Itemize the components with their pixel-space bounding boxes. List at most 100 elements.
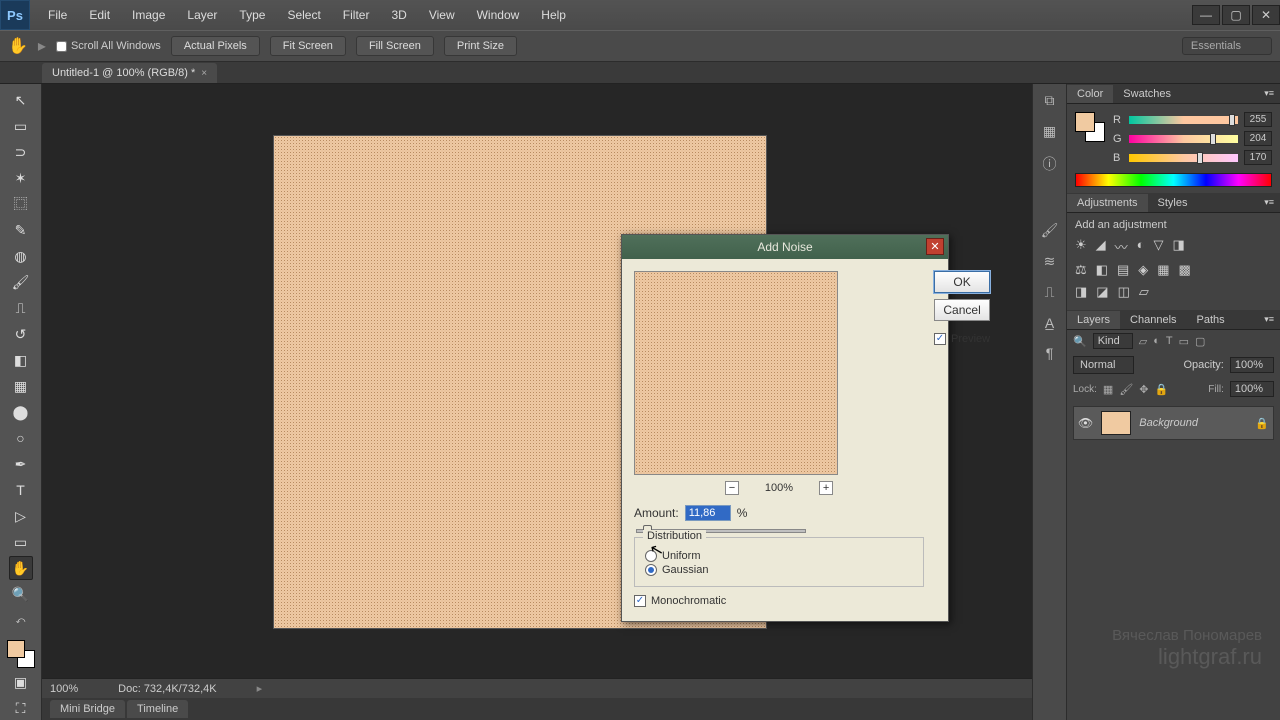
path-select-tool[interactable]: ▷ [9, 504, 33, 528]
kind-selector[interactable]: Kind [1093, 333, 1133, 349]
visibility-icon[interactable]: 👁 [1078, 416, 1093, 430]
lasso-tool[interactable]: ⊃ [9, 140, 33, 164]
menu-view[interactable]: View [419, 4, 465, 26]
tab-swatches[interactable]: Swatches [1113, 85, 1181, 103]
document-tab[interactable]: Untitled-1 @ 100% (RGB/8) * × [42, 63, 217, 83]
brightness-icon[interactable]: ☀ [1075, 237, 1087, 256]
swap-colors-icon[interactable]: ⤺ [9, 608, 33, 632]
brushpresets-panel-icon[interactable]: ≋ [1044, 253, 1056, 270]
opacity-value[interactable]: 100% [1230, 357, 1274, 373]
brush-tool[interactable]: 🖌 [9, 270, 33, 294]
quickmask-tool[interactable]: ▣ [9, 670, 33, 694]
invert-icon[interactable]: ▩ [1179, 262, 1191, 278]
menu-layer[interactable]: Layer [177, 4, 227, 26]
menu-help[interactable]: Help [531, 4, 576, 26]
type-tool[interactable]: T [9, 478, 33, 502]
workspace-selector[interactable]: Essentials [1182, 37, 1272, 55]
menu-window[interactable]: Window [467, 4, 530, 26]
filter-shape-icon[interactable]: ▭ [1179, 335, 1189, 348]
balance-icon[interactable]: ⚖ [1075, 262, 1087, 278]
filter-smart-icon[interactable]: ▢ [1195, 335, 1205, 348]
layer-name[interactable]: Background [1139, 417, 1198, 429]
actual-pixels-button[interactable]: Actual Pixels [171, 36, 260, 56]
g-slider[interactable] [1129, 135, 1238, 143]
tab-layers[interactable]: Layers [1067, 311, 1120, 329]
panel-menu-icon[interactable]: ▾≡ [1254, 194, 1280, 211]
gaussian-radio[interactable]: Gaussian [645, 564, 913, 576]
fill-screen-button[interactable]: Fill Screen [356, 36, 434, 56]
g-value[interactable]: 204 [1244, 131, 1272, 146]
monochromatic-checkbox[interactable]: ✓Monochromatic [634, 595, 924, 607]
maximize-button[interactable]: ▢ [1222, 5, 1250, 25]
magic-wand-tool[interactable]: ✶ [9, 166, 33, 190]
tab-paths[interactable]: Paths [1187, 311, 1235, 329]
stamp-tool[interactable]: ⎍ [9, 296, 33, 320]
eraser-tool[interactable]: ◧ [9, 348, 33, 372]
selective-icon[interactable]: ▱ [1139, 284, 1149, 300]
ok-button[interactable]: OK [934, 271, 990, 293]
lock-all-icon[interactable]: 🔒 [1155, 383, 1169, 396]
blur-tool[interactable]: ⬤ [9, 400, 33, 424]
exposure-icon[interactable]: ◐ [1137, 237, 1145, 256]
r-value[interactable]: 255 [1244, 112, 1272, 127]
panel-menu-icon[interactable]: ▾≡ [1254, 311, 1280, 328]
mixer-icon[interactable]: ◈ [1138, 262, 1148, 278]
tab-minibridge[interactable]: Mini Bridge [50, 700, 125, 718]
vibrance-icon[interactable]: ▽ [1154, 237, 1164, 256]
levels-icon[interactable]: ◢ [1096, 237, 1106, 256]
print-size-button[interactable]: Print Size [444, 36, 517, 56]
amount-input[interactable] [685, 505, 731, 521]
menu-image[interactable]: Image [122, 4, 175, 26]
dialog-titlebar[interactable]: Add Noise ✕ [622, 235, 948, 259]
marquee-tool[interactable]: ▭ [9, 114, 33, 138]
clonesrc-panel-icon[interactable]: ⎍ [1045, 284, 1055, 301]
close-tab-icon[interactable]: × [201, 68, 207, 79]
gradientmap-icon[interactable]: ◫ [1118, 284, 1130, 300]
layer-thumbnail[interactable] [1101, 411, 1131, 435]
gradient-tool[interactable]: ▦ [9, 374, 33, 398]
tab-color[interactable]: Color [1067, 85, 1113, 103]
panel-menu-icon[interactable]: ▾≡ [1254, 85, 1280, 102]
menu-type[interactable]: Type [229, 4, 275, 26]
lock-pos-icon[interactable]: ✥ [1139, 383, 1148, 396]
screenmode-tool[interactable]: ⛶ [9, 696, 33, 720]
lock-pixels-icon[interactable]: 🖌 [1119, 383, 1133, 396]
scroll-all-checkbox[interactable]: Scroll All Windows [56, 40, 161, 52]
menu-3d[interactable]: 3D [381, 4, 416, 26]
move-tool[interactable]: ↖ [9, 88, 33, 112]
menu-select[interactable]: Select [277, 4, 330, 26]
posterize-icon[interactable]: ◨ [1075, 284, 1087, 300]
hue-icon[interactable]: ◨ [1173, 237, 1185, 256]
noise-preview[interactable] [634, 271, 838, 475]
color-swatches[interactable] [7, 640, 35, 668]
threshold-icon[interactable]: ◪ [1096, 284, 1108, 300]
tab-styles[interactable]: Styles [1148, 194, 1198, 212]
filter-adj-icon[interactable]: ◐ [1153, 335, 1160, 347]
menu-filter[interactable]: Filter [333, 4, 380, 26]
filter-pixel-icon[interactable]: ▱ [1139, 335, 1147, 348]
fit-screen-button[interactable]: Fit Screen [270, 36, 346, 56]
zoom-tool[interactable]: 🔍 [9, 582, 33, 606]
lookup-icon[interactable]: ▦ [1157, 262, 1169, 278]
r-slider[interactable] [1129, 116, 1238, 124]
dialog-close-button[interactable]: ✕ [926, 238, 944, 255]
char-panel-icon[interactable]: A̲ [1045, 315, 1054, 331]
lock-trans-icon[interactable]: ▦ [1103, 383, 1113, 396]
b-slider[interactable] [1129, 154, 1238, 162]
layer-row[interactable]: 👁 Background 🔒 [1073, 406, 1274, 440]
filter-icon[interactable]: 🔍 [1073, 335, 1087, 348]
tab-adjustments[interactable]: Adjustments [1067, 194, 1148, 212]
b-value[interactable]: 170 [1244, 150, 1272, 165]
zoom-out-button[interactable]: − [725, 481, 739, 495]
preview-checkbox[interactable]: ✓Preview [934, 333, 990, 345]
shape-tool[interactable]: ▭ [9, 530, 33, 554]
photofilter-icon[interactable]: ▤ [1117, 262, 1129, 278]
uniform-radio[interactable]: Uniform [645, 550, 913, 562]
close-button[interactable]: ✕ [1252, 5, 1280, 25]
history-panel-icon[interactable]: ⧉ [1045, 92, 1055, 109]
tab-timeline[interactable]: Timeline [127, 700, 188, 718]
spectrum-bar[interactable] [1075, 173, 1272, 187]
tab-channels[interactable]: Channels [1120, 311, 1186, 329]
bw-icon[interactable]: ◧ [1096, 262, 1108, 278]
color-picker-swatches[interactable] [1075, 112, 1105, 142]
